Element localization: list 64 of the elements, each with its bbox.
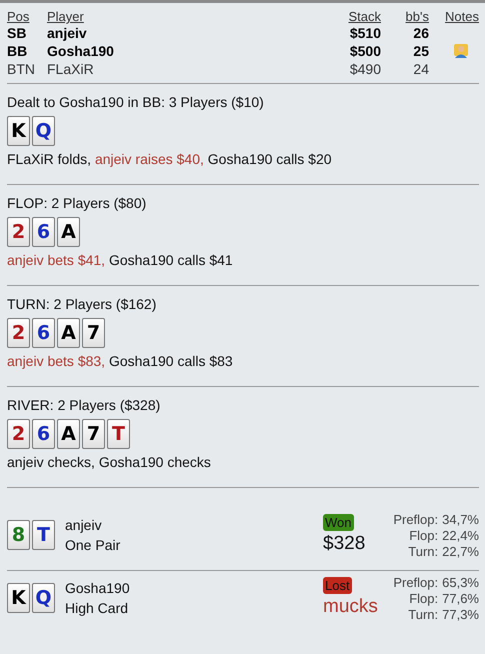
table-cell: BB (7, 43, 28, 59)
column-header[interactable]: Player (47, 9, 84, 24)
result-badge: Lost (323, 577, 352, 594)
table-cell: 25 (413, 43, 429, 59)
action-line: anjeiv bets $41, Gosha190 calls $41 (7, 252, 234, 268)
player-name: Gosha190 (65, 579, 130, 598)
equity-value: 77,6% (442, 591, 479, 607)
playing-card: A (57, 419, 80, 449)
result-amount: $328 (323, 533, 366, 555)
equity-label: Flop: (408, 591, 438, 607)
table-cell: 24 (413, 61, 429, 77)
column-header[interactable]: bb's (406, 9, 429, 24)
street-title: TURN: 2 Players ($162) (7, 296, 158, 312)
equity-label: Turn: (407, 607, 438, 623)
playing-card: 7 (82, 318, 105, 348)
hand-rank: High Card (65, 599, 130, 618)
table-cell: SB (7, 25, 26, 41)
playing-card: Q (32, 583, 55, 613)
playing-card: K (7, 583, 30, 613)
playing-card: 2 (7, 318, 30, 348)
playing-card: T (107, 419, 130, 449)
equity-label: Flop: (408, 528, 438, 544)
table-cell: $510 (350, 25, 381, 41)
playing-card: K (7, 116, 30, 146)
equity-value: 22,7% (442, 544, 479, 560)
equity-value: 22,4% (442, 528, 479, 544)
person-icon[interactable] (453, 43, 469, 59)
playing-card: A (57, 318, 80, 348)
equity-label: Preflop: (393, 575, 438, 591)
table-cell: BTN (7, 61, 35, 77)
result-amount: mucks (323, 596, 378, 618)
action-line: anjeiv bets $83, Gosha190 calls $83 (7, 353, 234, 369)
action-line: anjeiv checks, Gosha190 checks (7, 454, 212, 470)
column-header[interactable]: Stack (348, 9, 381, 24)
street-title: Dealt to Gosha190 in BB: 3 Players ($10) (7, 94, 265, 110)
equity-value: 65,3% (442, 575, 479, 591)
playing-card: 2 (7, 419, 30, 449)
table-cell: $490 (350, 61, 381, 77)
playing-card: 8 (7, 520, 30, 550)
playing-card: A (57, 217, 80, 247)
street-title: FLOP: 2 Players ($80) (7, 195, 148, 211)
equity-value: 77,3% (442, 607, 479, 623)
equity-label: Preflop: (393, 512, 438, 528)
equity-value: 34,7% (442, 512, 479, 528)
hand-rank: One Pair (65, 536, 120, 555)
playing-card: 6 (32, 419, 55, 449)
table-cell: FLaXiR (47, 61, 94, 77)
playing-card: 6 (32, 318, 55, 348)
playing-card: 7 (82, 419, 105, 449)
equity-label: Turn: (407, 544, 438, 560)
column-header[interactable]: Pos (7, 9, 30, 24)
column-header[interactable]: Notes (445, 9, 479, 24)
playing-card: 2 (7, 217, 30, 247)
table-cell: $500 (350, 43, 381, 59)
table-cell: 26 (413, 25, 429, 41)
action-line: FLaXiR folds, anjeiv raises $40, Gosha190 calls $20 (7, 151, 333, 167)
playing-card: Q (32, 116, 55, 146)
result-badge: Won (323, 514, 354, 531)
playing-card: 6 (32, 217, 55, 247)
playing-card: T (32, 520, 55, 550)
player-name: anjeiv (65, 516, 103, 535)
table-cell: Gosha190 (47, 43, 114, 59)
table-cell: anjeiv (47, 25, 87, 41)
street-title: RIVER: 2 Players ($328) (7, 397, 162, 413)
